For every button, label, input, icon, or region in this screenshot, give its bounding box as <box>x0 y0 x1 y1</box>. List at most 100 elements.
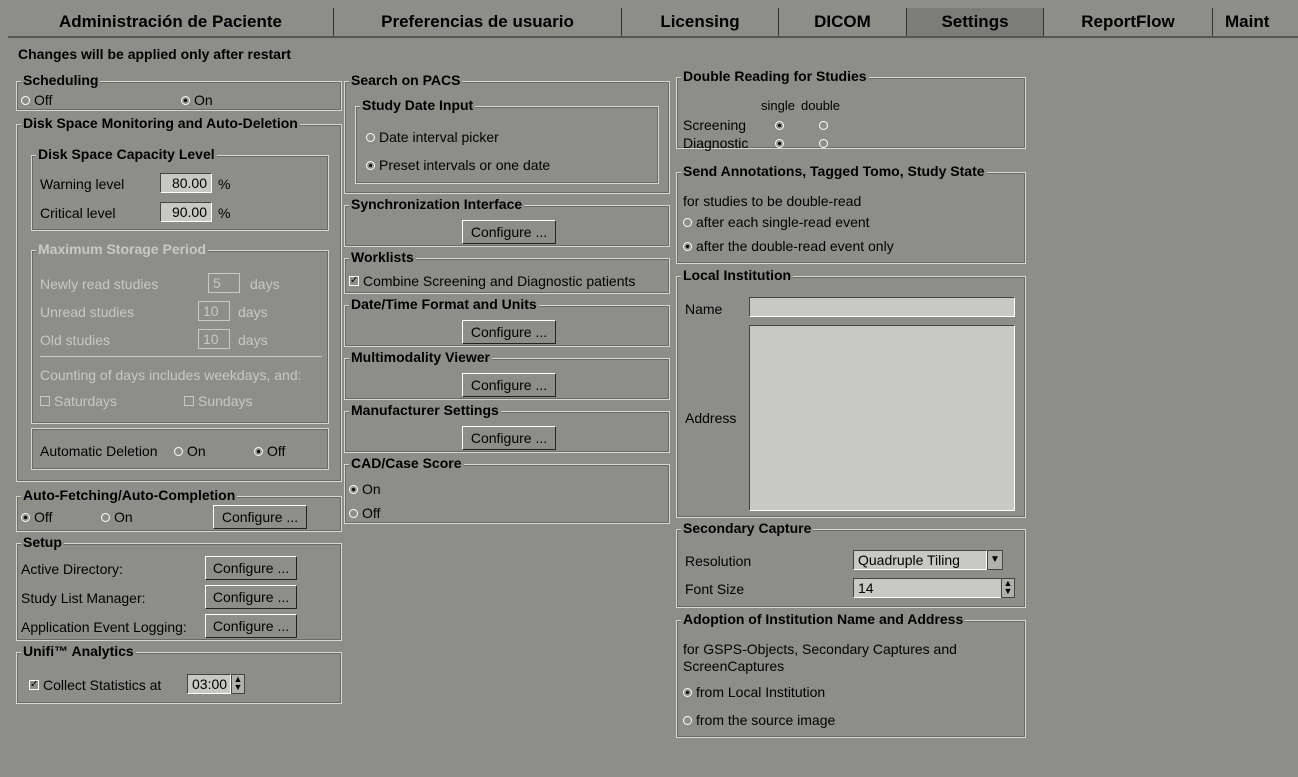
manufacturer-group: Manufacturer Settings Configure ... <box>344 402 670 453</box>
preset-intervals-radio[interactable]: Preset intervals or one date <box>366 157 550 173</box>
autofetch-group: Auto-Fetching/Auto-Completion Off On Con… <box>16 487 342 532</box>
multimodality-title: Multimodality Viewer <box>349 349 492 365</box>
datetime-configure-button[interactable]: Configure ... <box>462 320 556 344</box>
study-date-title: Study Date Input <box>360 97 476 113</box>
study-list-configure-button[interactable]: Configure ... <box>205 585 297 609</box>
active-directory-configure-button[interactable]: Configure ... <box>205 556 297 580</box>
saturdays-checkbox[interactable]: Saturdays <box>40 393 117 409</box>
resolution-select[interactable]: Quadruple Tiling <box>853 550 987 570</box>
multimodality-configure-button[interactable]: Configure ... <box>462 373 556 397</box>
send-annotations-desc: for studies to be double-read <box>683 193 862 209</box>
double-header: double <box>801 98 841 113</box>
unread-days-label: days <box>238 304 268 320</box>
font-size-field[interactable]: 14 <box>853 578 1003 598</box>
capacity-title: Disk Space Capacity Level <box>36 146 217 162</box>
statistics-time-field[interactable]: 03:00 <box>187 674 231 694</box>
diagnostic-label: Diagnostic <box>683 135 749 151</box>
newly-read-field[interactable]: 5 <box>208 273 240 293</box>
tab-licensing[interactable]: Licensing <box>622 8 779 36</box>
secondary-capture-title: Secondary Capture <box>681 520 814 536</box>
counting-days-label: Counting of days includes weekdays, and: <box>40 367 302 383</box>
cad-on-radio[interactable]: On <box>349 481 381 497</box>
resolution-dropdown-icon[interactable]: ▼ <box>987 550 1003 570</box>
font-size-spinner[interactable]: ▲ ▼ <box>1001 578 1015 598</box>
institution-address-field[interactable] <box>749 325 1015 511</box>
setup-title: Setup <box>21 534 64 550</box>
unread-field[interactable]: 10 <box>198 301 230 321</box>
statistics-time-spinner[interactable]: ▲ ▼ <box>231 674 245 694</box>
datetime-title: Date/Time Format and Units <box>349 296 539 312</box>
auto-deletion-off-radio[interactable]: Off <box>254 443 285 459</box>
warning-level-field[interactable]: 80.00 <box>160 173 212 193</box>
cad-title: CAD/Case Score <box>349 455 464 471</box>
diagnostic-single-radio[interactable] <box>775 135 788 151</box>
event-logging-configure-button[interactable]: Configure ... <box>205 614 297 638</box>
scheduling-group: Scheduling Off On <box>16 72 342 111</box>
institution-name-field[interactable] <box>749 297 1015 317</box>
unifi-title: Unifi™ Analytics <box>21 643 136 659</box>
scheduling-title: Scheduling <box>21 72 101 88</box>
cad-off-radio[interactable]: Off <box>349 505 380 521</box>
sync-configure-button[interactable]: Configure ... <box>462 220 556 244</box>
from-local-institution-radio[interactable]: from Local Institution <box>683 684 825 700</box>
newly-read-label: Newly read studies <box>40 276 159 292</box>
search-pacs-group: Search on PACS Study Date Input Date int… <box>344 72 670 194</box>
tab-preferencias-usuario[interactable]: Preferencias de usuario <box>334 8 622 36</box>
storage-period-group: Maximum Storage Period Newly read studie… <box>31 241 329 424</box>
tab-maint[interactable]: Maint <box>1213 8 1298 36</box>
warning-level-label: Warning level <box>40 176 125 192</box>
after-single-read-radio[interactable]: after each single-read event <box>683 214 870 230</box>
old-studies-label: Old studies <box>40 332 111 348</box>
manufacturer-configure-button[interactable]: Configure ... <box>462 426 556 450</box>
scheduling-off-radio[interactable]: Off <box>21 92 52 108</box>
restart-notice: Changes will be applied only after resta… <box>18 46 292 62</box>
diagnostic-double-radio[interactable] <box>819 135 832 151</box>
font-size-label: Font Size <box>685 581 745 597</box>
date-interval-radio[interactable]: Date interval picker <box>366 129 499 145</box>
unifi-group: Unifi™ Analytics ✓ Collect Statistics at … <box>16 643 342 704</box>
screening-single-radio[interactable] <box>775 117 788 133</box>
autofetch-configure-button[interactable]: Configure ... <box>213 505 307 529</box>
local-institution-title: Local Institution <box>681 267 794 283</box>
sundays-checkbox[interactable]: Sundays <box>184 393 252 409</box>
adoption-group: Adoption of Institution Name and Address… <box>676 611 1026 738</box>
newly-days-label: days <box>250 276 280 292</box>
tab-bar-divider <box>8 36 1298 38</box>
critical-level-field[interactable]: 90.00 <box>160 202 212 222</box>
screening-label: Screening <box>683 117 747 133</box>
combine-patients-checkbox[interactable]: ✓ Combine Screening and Diagnostic patien… <box>349 273 635 289</box>
autofetch-on-radio[interactable]: On <box>101 509 133 525</box>
worklists-group: Worklists ✓ Combine Screening and Diagnos… <box>344 249 670 294</box>
study-list-label: Study List Manager: <box>21 590 146 606</box>
setup-group: Setup Active Directory: Configure ... St… <box>16 534 342 641</box>
from-source-image-radio[interactable]: from the source image <box>683 712 835 728</box>
tab-administracion-paciente[interactable]: Administración de Paciente <box>8 8 334 36</box>
double-reading-group: Double Reading for Studies single double… <box>676 68 1026 151</box>
screening-double-radio[interactable] <box>819 117 832 133</box>
search-pacs-title: Search on PACS <box>349 72 463 88</box>
warning-unit: % <box>218 176 231 192</box>
multimodality-group: Multimodality Viewer Configure ... <box>344 349 670 400</box>
tab-bar: Administración de Paciente Preferencias … <box>8 8 1298 36</box>
autofetch-title: Auto-Fetching/Auto-Completion <box>21 487 238 503</box>
tab-dicom[interactable]: DICOM <box>779 8 907 36</box>
send-annotations-title: Send Annotations, Tagged Tomo, Study Sta… <box>681 163 987 179</box>
auto-deletion-on-radio[interactable]: On <box>174 443 206 459</box>
capacity-group: Disk Space Capacity Level Warning level … <box>31 146 329 231</box>
collect-statistics-checkbox[interactable]: ✓ Collect Statistics at <box>29 677 161 693</box>
send-annotations-group: Send Annotations, Tagged Tomo, Study Sta… <box>676 163 1026 264</box>
scheduling-on-radio[interactable]: On <box>181 92 213 108</box>
autofetch-off-radio[interactable]: Off <box>21 509 52 525</box>
old-studies-field[interactable]: 10 <box>198 329 230 349</box>
resolution-label: Resolution <box>685 553 752 569</box>
double-reading-title: Double Reading for Studies <box>681 68 869 84</box>
critical-unit: % <box>218 205 231 221</box>
unread-label: Unread studies <box>40 304 135 320</box>
tab-reportflow[interactable]: ReportFlow <box>1044 8 1213 36</box>
datetime-group: Date/Time Format and Units Configure ... <box>344 296 670 347</box>
after-double-read-radio[interactable]: after the double-read event only <box>683 238 894 254</box>
secondary-capture-group: Secondary Capture Resolution Quadruple T… <box>676 520 1026 608</box>
institution-name-label: Name <box>685 301 723 317</box>
tab-settings[interactable]: Settings <box>907 8 1044 36</box>
active-directory-label: Active Directory: <box>21 561 123 577</box>
